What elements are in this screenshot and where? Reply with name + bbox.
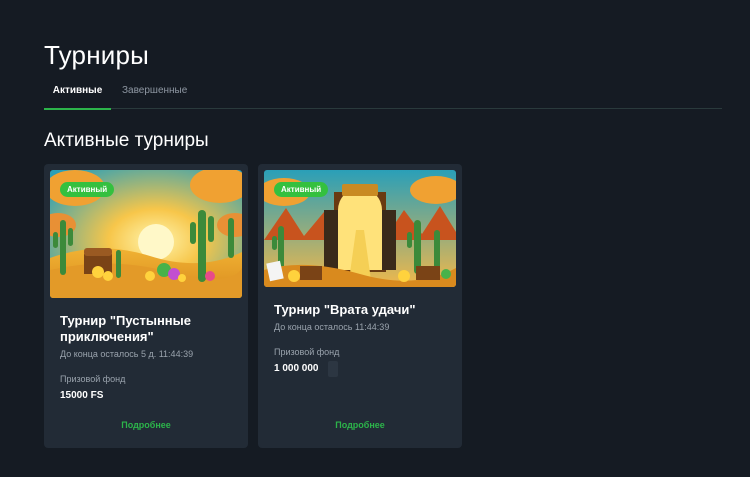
prize-value-placeholder — [328, 361, 338, 377]
tabs-bar: Активные Завершенные — [44, 80, 722, 110]
tournament-image[interactable]: Активный — [50, 170, 242, 298]
details-link[interactable]: Подробнее — [258, 420, 462, 430]
tournament-card[interactable]: Активный Турнир "Врата удачи" До конца о… — [258, 164, 462, 448]
details-link[interactable]: Подробнее — [44, 420, 248, 430]
section-title: Активные турниры — [44, 130, 209, 151]
prize-label: Призовой фонд — [60, 374, 126, 384]
status-badge: Активный — [274, 182, 329, 197]
countdown-text: До конца осталось 11:44:39 — [274, 322, 390, 332]
status-badge: Активный — [60, 182, 115, 197]
tournament-card[interactable]: Активный Турнир "Пустынные приключения" … — [44, 164, 248, 448]
page-title: Турниры — [44, 40, 150, 70]
tab-active[interactable]: Активные — [44, 80, 111, 110]
card-title: Турнир "Врата удачи" — [274, 302, 416, 317]
prize-value: 1 000 000 — [274, 363, 319, 374]
tab-completed[interactable]: Завершенные — [122, 80, 187, 109]
card-title: Турнир "Пустынные приключения" — [60, 313, 191, 344]
prize-value: 15000 FS — [60, 390, 104, 401]
countdown-text: До конца осталось 5 д. 11:44:39 — [60, 349, 194, 359]
tournament-image[interactable]: Активный — [264, 170, 456, 287]
prize-label: Призовой фонд — [274, 347, 340, 357]
